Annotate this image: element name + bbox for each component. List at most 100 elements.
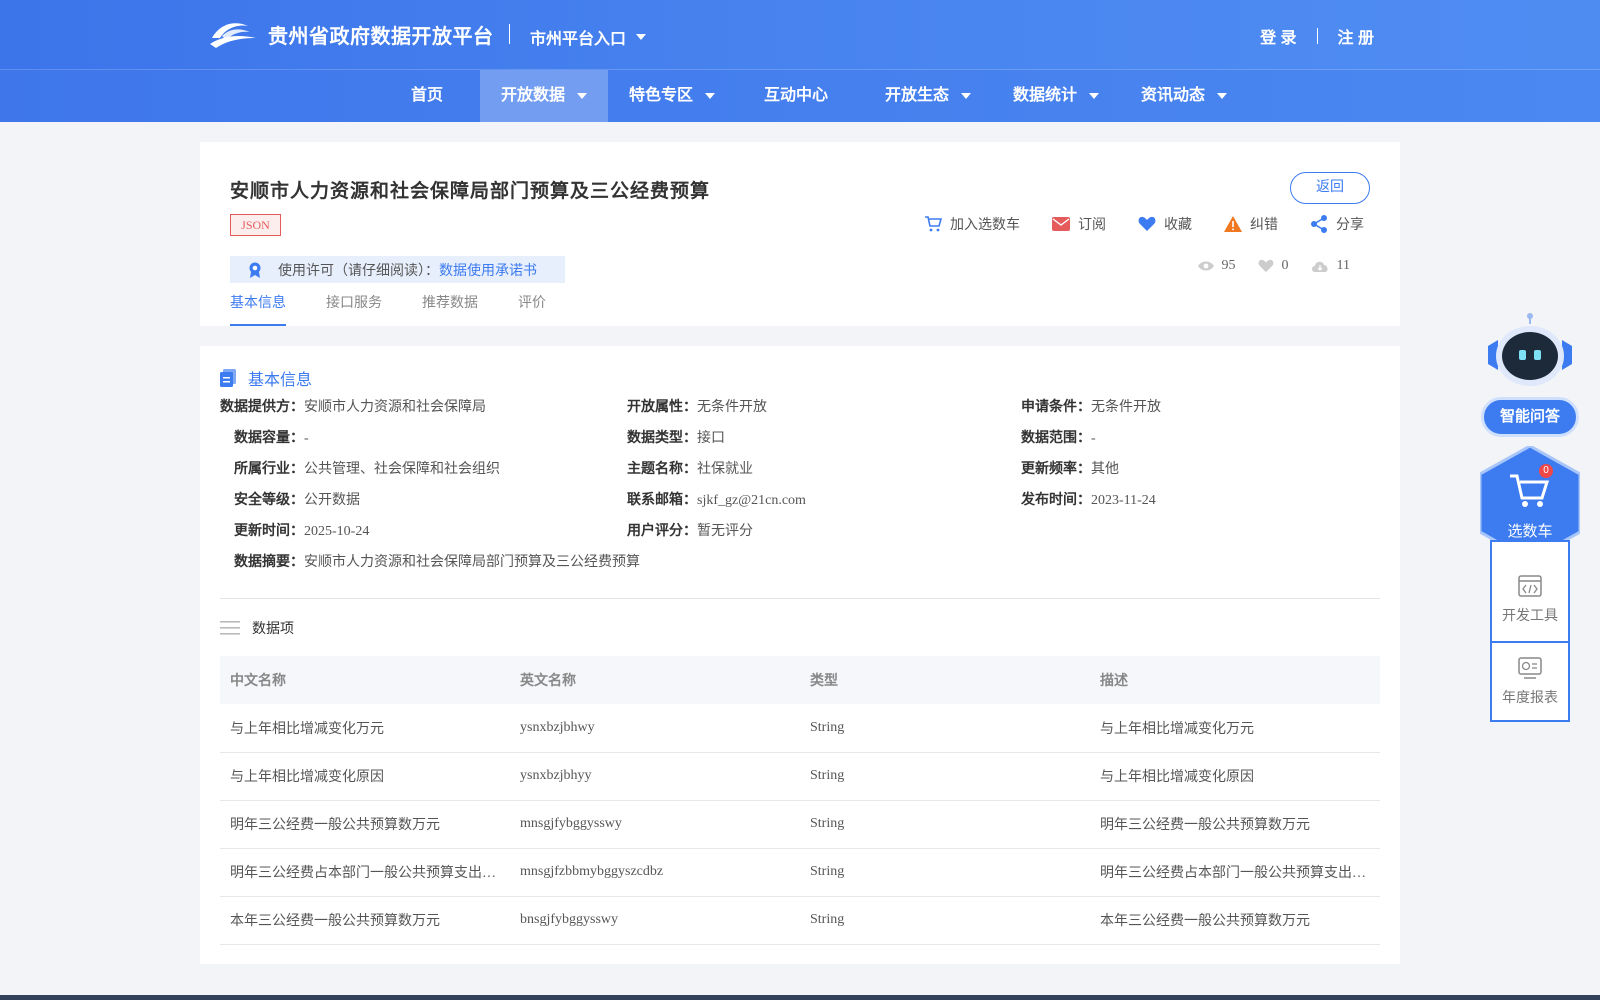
cell-type: String [810, 768, 845, 783]
dev-tools-button[interactable]: 开发工具 [1492, 560, 1568, 640]
subscribe-button[interactable]: 订阅 [1052, 214, 1106, 234]
report-error-label: 纠错 [1250, 218, 1278, 233]
cell-cn-name: 本年三公经费一般公共预算数万元 [230, 914, 440, 929]
add-to-cart-button[interactable]: 加入选数车 [924, 214, 1020, 234]
share-icon [1311, 215, 1327, 233]
nav-ecosystem-label: 开放生态 [884, 87, 949, 104]
site-title[interactable]: 贵州省政府数据开放平台 [268, 20, 494, 49]
likes-stat: 0 [1258, 258, 1289, 274]
column-header[interactable]: 类型 [800, 656, 1090, 704]
nav-open-data-label: 开放数据 [500, 87, 565, 104]
dataset-detail-card: 基本信息 数据提供方：安顺市人力资源和社会保障局 开放属性：无条件开放 申请条件… [200, 346, 1400, 964]
smart-qa-button[interactable]: 智能问答 [1481, 397, 1579, 437]
chevron-down-icon [577, 93, 587, 99]
cell-cn-name: 与上年相比增减变化万元 [230, 721, 384, 737]
downloads-stat: 11 [1311, 258, 1350, 274]
column-header[interactable]: 中文名称 [220, 656, 510, 704]
nav-interaction[interactable]: 互动中心 [746, 70, 846, 122]
nav-home-label: 首页 [410, 87, 443, 104]
cart-label: 选数车 [1507, 524, 1553, 540]
nav-statistics-label: 数据统计 [1012, 87, 1077, 104]
info-provider: 数据提供方：安顺市人力资源和社会保障局 [220, 400, 486, 415]
tab-basic-info[interactable]: 基本信息 [230, 292, 286, 326]
info-industry: 所属行业：公共管理、社会保障和社会组织 [234, 462, 500, 477]
main-nav: 首页 开放数据 特色专区 互动中心 开放生态 数据统计 资讯动态 [0, 70, 1600, 122]
cell-type: String [810, 912, 845, 927]
nav-news[interactable]: 资讯动态 [1120, 70, 1248, 122]
cell-en-name: mnsgjfzbbmybggyszcdbz [520, 864, 664, 879]
column-header[interactable]: 英文名称 [510, 656, 800, 704]
cell-en-name: ysnxbzjbhyy [520, 768, 592, 783]
annual-report-button[interactable]: 年度报表 [1492, 642, 1568, 722]
table-header-row: 中文名称 英文名称 类型 描述 [220, 656, 1380, 704]
likes-count: 0 [1281, 258, 1289, 273]
tab-reviews[interactable]: 评价 [518, 292, 546, 326]
annual-report-label: 年度报表 [1502, 691, 1558, 706]
views-stat: 95 [1197, 258, 1236, 274]
robot-assistant-icon[interactable] [1484, 312, 1576, 392]
share-button[interactable]: 分享 [1310, 214, 1364, 234]
info-frequency: 更新频率：其他 [1021, 462, 1119, 477]
cell-type: String [810, 816, 845, 831]
cell-en-name: bnsgjfybggysswy [520, 912, 619, 927]
basic-info-title: 基本信息 [248, 372, 313, 389]
cell-en-name: ysnxbzjbhwy [520, 719, 595, 735]
nav-interaction-label: 互动中心 [763, 87, 828, 104]
nav-statistics[interactable]: 数据统计 [992, 70, 1120, 122]
data-items-title: 数据项 [252, 620, 294, 636]
cell-type: String [810, 864, 845, 879]
mail-icon [1052, 217, 1070, 231]
tab-recommended[interactable]: 推荐数据 [422, 292, 478, 326]
cell-description: 本年三公经费一般公共预算数万元 [1100, 914, 1310, 929]
info-row: 所属行业：公共管理、社会保障和社会组织 主题名称：社保就业 更新频率：其他 [220, 458, 1380, 489]
chevron-down-icon [1217, 93, 1227, 99]
info-summary: 数据摘要：安顺市人力资源和社会保障局部门预算及三公经费预算 [234, 555, 640, 570]
info-row: 安全等级：公开数据 联系邮箱：sjkf_gz@21cn.com 发布时间：202… [220, 489, 1380, 520]
tab-api-service[interactable]: 接口服务 [326, 292, 382, 326]
login-link[interactable]: 登 录 [1260, 24, 1296, 48]
dataset-actions: 加入选数车 订阅 收藏 纠错 分享 [924, 214, 1364, 234]
info-theme: 主题名称：社保就业 [627, 462, 753, 477]
nav-open-data[interactable]: 开放数据 [480, 70, 608, 122]
footer-strip [0, 995, 1600, 1000]
info-rating: 用户评分：暂无评分 [627, 524, 753, 539]
add-to-cart-label: 加入选数车 [950, 218, 1020, 233]
report-error-button[interactable]: 纠错 [1224, 214, 1278, 234]
heart-icon [1138, 216, 1156, 231]
license-agreement-link[interactable]: 数据使用承诺书 [439, 260, 537, 280]
table-row: 与上年相比增减变化万元 ysnxbzjbhwy String 与上年相比增减变化… [220, 704, 1380, 752]
dataset-tabs: 基本信息 接口服务 推荐数据 评价 [230, 292, 546, 326]
back-button[interactable]: 返回 [1290, 172, 1370, 204]
report-chart-icon [1518, 657, 1542, 679]
favorite-button[interactable]: 收藏 [1138, 214, 1192, 234]
info-security: 安全等级：公开数据 [234, 493, 360, 508]
dev-tools-label: 开发工具 [1502, 609, 1558, 624]
cart-count-badge: 0 [1539, 464, 1553, 478]
nav-featured-label: 特色专区 [628, 87, 693, 104]
format-badge: JSON [230, 214, 281, 236]
platform-logo-icon[interactable] [208, 16, 258, 52]
table-row: 本年三公经费一般公共预算数万元 bnsgjfybggysswy String 本… [220, 896, 1380, 944]
license-bar: 使用许可（请仔细阅读）： 数据使用承诺书 [230, 256, 565, 283]
nav-featured[interactable]: 特色专区 [608, 70, 736, 122]
cell-cn-name: 明年三公经费一般公共预算数万元 [230, 818, 440, 833]
table-row: 明年三公经费一般公共预算数万元 mnsgjfybggysswy String 明… [220, 800, 1380, 848]
favorite-label: 收藏 [1164, 218, 1192, 233]
chevron-down-icon [705, 93, 715, 99]
cell-cn-name: 与上年相比增减变化原因 [230, 770, 384, 785]
nav-home[interactable]: 首页 [384, 70, 470, 122]
cloud-download-icon [1311, 261, 1328, 272]
side-tools-panel: 开发工具 年度报表 [1490, 540, 1570, 722]
dataset-stats: 95 0 11 [1197, 258, 1350, 274]
cell-description: 与上年相比增减变化万元 [1100, 721, 1254, 737]
downloads-count: 11 [1336, 258, 1350, 273]
nav-ecosystem[interactable]: 开放生态 [864, 70, 992, 122]
column-header[interactable]: 描述 [1090, 656, 1380, 704]
chevron-down-icon [1089, 93, 1099, 99]
city-platform-dropdown[interactable]: 市州平台入口 [530, 25, 647, 49]
cell-description: 与上年相比增减变化原因 [1100, 770, 1254, 785]
info-data-type: 数据类型：接口 [627, 431, 725, 446]
cell-description: 明年三公经费一般公共预算数万元 [1100, 818, 1310, 833]
register-link[interactable]: 注 册 [1338, 24, 1374, 48]
eye-icon [1197, 261, 1214, 271]
